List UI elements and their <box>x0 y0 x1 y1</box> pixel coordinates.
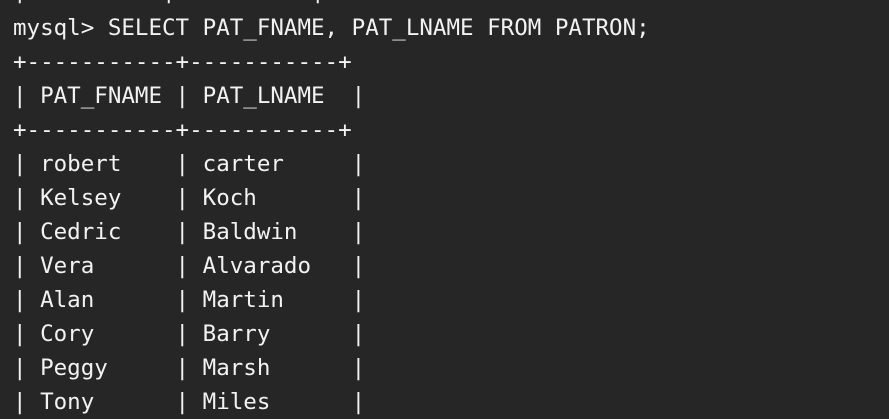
table-row: | Vera | Alvarado | <box>13 253 366 279</box>
table-row: | Cory | Barry | <box>13 321 366 347</box>
command-line: mysql> SELECT PAT_FNAME, PAT_LNAME FROM … <box>13 15 650 41</box>
terminal-window[interactable]: | | | mysql> SELECT PAT_FNAME, PAT_LNAME… <box>0 0 889 419</box>
previous-output-line: | | | <box>13 0 325 8</box>
table-header-row: | PAT_FNAME | PAT_LNAME | <box>13 83 366 109</box>
table-row: | Kelsey | Koch | <box>13 185 366 211</box>
table-row: | Cedric | Baldwin | <box>13 219 366 245</box>
table-row: | Peggy | Marsh | <box>13 355 366 381</box>
table-border-top: +-----------+-----------+ <box>13 49 352 75</box>
table-row: | Tony | Miles | <box>13 389 366 415</box>
table-row: | Alan | Martin | <box>13 287 366 313</box>
table-border-mid: +-----------+-----------+ <box>13 117 352 143</box>
table-row: | robert | carter | <box>13 151 366 177</box>
